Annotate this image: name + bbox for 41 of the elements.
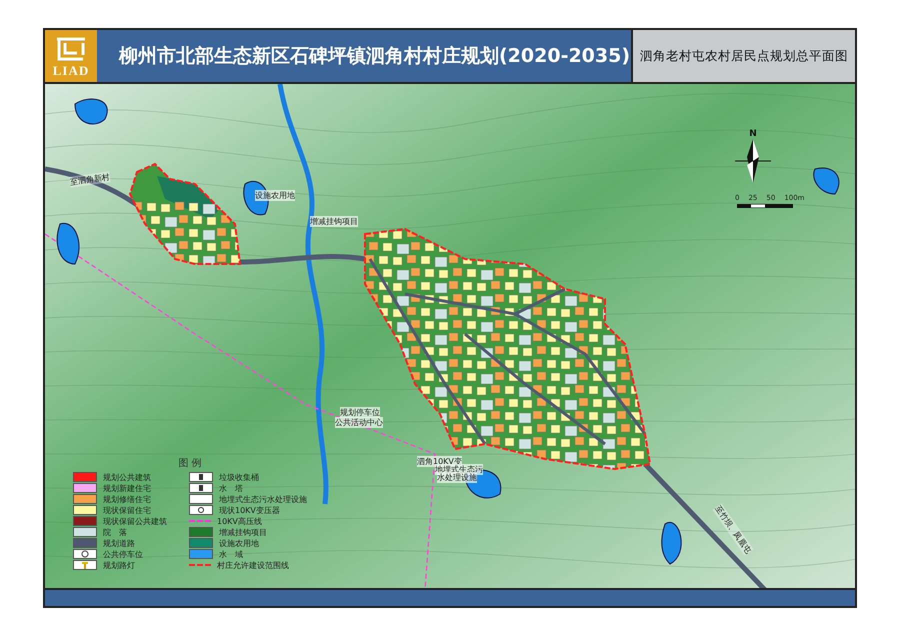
map-title: 柳州市北部生态新区石碑坪镇泗角村村庄规划(2020-2035) — [97, 30, 633, 82]
legend-label: 现状保留公共建筑 — [103, 516, 167, 526]
logo-text: LIAD — [52, 63, 90, 79]
legend-label: 公共停车位 — [103, 548, 143, 560]
legend-label: 设施农用地 — [219, 538, 259, 548]
legend-label: 增减挂钩项目 — [219, 526, 267, 538]
parking-icon — [73, 549, 97, 559]
place-label: 设施农用地 — [255, 190, 295, 201]
legend-label: 规划道路 — [103, 538, 135, 548]
transformer-icon — [189, 505, 213, 515]
legend-label: 规划新建住宅 — [103, 482, 151, 494]
pond — [74, 98, 108, 124]
pond — [813, 168, 840, 194]
legend-label: 村庄允许建设范围线 — [217, 560, 289, 570]
legend-label: 垃圾收集桶 — [219, 472, 259, 482]
legend-label: 水 塔 — [219, 482, 243, 494]
map-subtitle: 泗角老村屯农村居民点规划总平面图 — [633, 30, 855, 82]
legend-label: 规划修缮住宅 — [103, 494, 151, 504]
scale-bar-icon — [737, 204, 793, 208]
place-label: 规划停车位 — [340, 407, 380, 418]
legend-label: 现状保留住宅 — [103, 504, 151, 516]
legend-label: 规划路灯 — [103, 560, 135, 570]
legend-label: 10KV高压线 — [217, 516, 262, 526]
north-label: N — [749, 129, 757, 139]
bin-icon — [189, 472, 213, 482]
legend-label: 地埋式生态污水处理设施 — [219, 494, 307, 504]
legend-label: 规划公共建筑 — [103, 472, 151, 482]
pond — [56, 222, 80, 264]
lamp-icon — [73, 560, 97, 570]
legend-label: 现状10KV变压器 — [219, 504, 280, 516]
place-label: 公共活动中心 — [335, 417, 383, 428]
legend-label: 水 域 — [219, 548, 243, 560]
pond — [661, 522, 682, 564]
place-label: 增减挂钩项目 — [310, 216, 358, 227]
place-label: 水处理设施 — [437, 472, 477, 483]
road-label: 至泗角新村 — [69, 171, 111, 188]
compass-rose-icon — [735, 139, 771, 183]
legend-title: 图 例 — [178, 457, 202, 470]
bin-icon — [189, 483, 213, 493]
legend-label: 院 落 — [103, 526, 127, 538]
legend-blank-icon — [189, 494, 213, 504]
